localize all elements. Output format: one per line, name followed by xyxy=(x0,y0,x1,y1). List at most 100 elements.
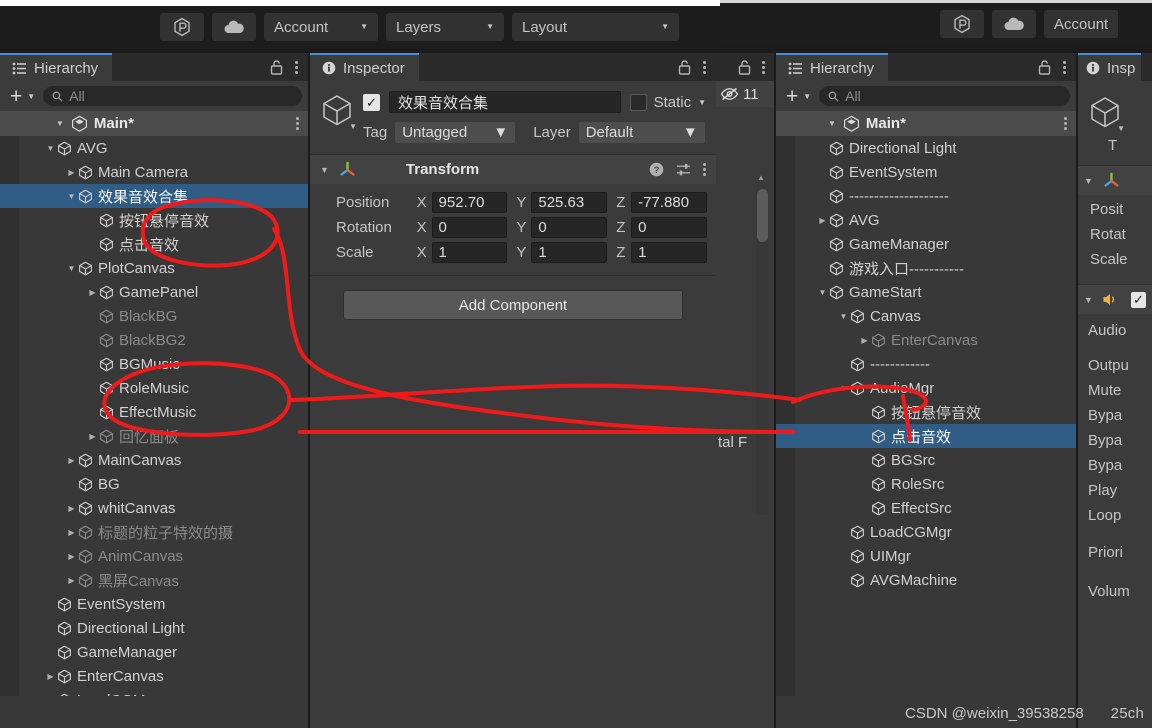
component-menu-icon[interactable] xyxy=(703,163,706,176)
create-object-button-2[interactable]: + ▼ xyxy=(782,86,815,107)
transform-scale-x-field[interactable]: 1 xyxy=(431,242,508,263)
chevron-down-icon[interactable]: ▼ xyxy=(65,264,78,273)
lock-open-icon[interactable] xyxy=(738,59,751,75)
tree-row[interactable]: ▸ -------------------- xyxy=(776,184,1076,208)
scene-menu-icon[interactable] xyxy=(1064,117,1067,130)
tree-row[interactable]: ▸ GameManager xyxy=(776,232,1076,256)
gameobject-icon[interactable]: ▼ xyxy=(320,93,357,131)
unity-services-button-2[interactable] xyxy=(940,10,984,38)
panel-menu-icon[interactable] xyxy=(703,60,706,74)
unity-services-button[interactable] xyxy=(160,13,204,41)
left-scene-row[interactable]: ▼ Main* xyxy=(0,111,308,136)
right-audio-header[interactable]: ▼ ✓ xyxy=(1078,285,1152,314)
transform-component-header[interactable]: ▼ Transform ? xyxy=(310,155,716,184)
chevron-right-icon[interactable]: ▶ xyxy=(65,504,78,513)
tree-row[interactable]: ▼ PlotCanvas xyxy=(0,256,308,280)
transform-scale-y-field[interactable]: 1 xyxy=(531,242,608,263)
panel-menu-icon[interactable] xyxy=(295,60,298,74)
tree-row[interactable]: ▶ 黑屏Canvas xyxy=(0,568,308,592)
tree-row[interactable]: ▶ Main Camera xyxy=(0,160,308,184)
transform-rotation-z-field[interactable]: 0 xyxy=(631,217,707,238)
tree-row[interactable]: ▶ 标题的粒子特效的摄 xyxy=(0,520,308,544)
transform-rotation-x-field[interactable]: 0 xyxy=(431,217,508,238)
lock-open-icon[interactable] xyxy=(270,59,283,75)
lock-open-icon[interactable] xyxy=(1038,59,1051,75)
tag-dropdown[interactable]: Untagged ▼ xyxy=(395,122,516,143)
chevron-right-icon[interactable]: ▶ xyxy=(65,168,78,177)
transform-position-z-field[interactable]: -77.880 xyxy=(631,192,707,213)
tree-row[interactable]: ▼ GameStart xyxy=(776,280,1076,304)
layer-dropdown[interactable]: Default ▼ xyxy=(578,122,705,143)
scene-menu-icon[interactable] xyxy=(296,117,299,130)
chevron-right-icon[interactable]: ▶ xyxy=(86,432,99,441)
right-transform-header[interactable]: ▼ xyxy=(1078,166,1152,195)
tree-row[interactable]: ▸ BGSrc xyxy=(776,448,1076,472)
tree-row[interactable]: ▸ EffectMusic xyxy=(0,400,308,424)
account-dropdown-2[interactable]: Account xyxy=(1044,10,1119,38)
tab-hierarchy-right[interactable]: Hierarchy xyxy=(776,53,889,81)
chevron-right-icon[interactable]: ▶ xyxy=(65,528,78,537)
chevron-down-icon[interactable]: ▼ xyxy=(816,288,829,297)
tree-row[interactable]: ▶ AnimCanvas xyxy=(0,544,308,568)
cloud-button-2[interactable] xyxy=(992,10,1036,38)
tab-inspector-right[interactable]: Insp xyxy=(1078,53,1142,81)
tree-row[interactable]: ▸ 点击音效 xyxy=(0,232,308,256)
search-input[interactable]: All xyxy=(43,86,302,106)
tree-row[interactable]: ▶ 回忆面板 xyxy=(0,424,308,448)
tree-row[interactable]: ▸ BlackBG xyxy=(0,304,308,328)
help-icon[interactable]: ? xyxy=(649,162,664,177)
layers-dropdown[interactable]: Layers ▼ xyxy=(386,13,504,41)
tree-row[interactable]: ▸ EffectSrc xyxy=(776,496,1076,520)
chevron-down-icon[interactable]: ▼ xyxy=(56,119,64,128)
tree-row[interactable]: ▸ AVGMachine xyxy=(776,568,1076,592)
tree-row[interactable]: ▸ 游戏入口----------- xyxy=(776,256,1076,280)
chevron-down-icon[interactable]: ▼ xyxy=(828,119,836,128)
chevron-down-icon[interactable]: ▼ xyxy=(44,144,57,153)
tree-row[interactable]: ▸ 按钮悬停音效 xyxy=(0,208,308,232)
tree-row[interactable]: ▸ RoleSrc xyxy=(776,472,1076,496)
tree-row[interactable]: ▸ EventSystem xyxy=(0,592,308,616)
chevron-down-icon[interactable]: ▼ xyxy=(1084,295,1093,305)
transform-scale-z-field[interactable]: 1 xyxy=(631,242,707,263)
tree-row[interactable]: ▸ 按钮悬停音效 xyxy=(776,400,1076,424)
static-checkbox[interactable] xyxy=(629,93,647,111)
chevron-down-icon[interactable]: ▼ xyxy=(1084,176,1093,186)
tree-row[interactable]: ▸ GameManager xyxy=(0,640,308,664)
chevron-down-icon[interactable]: ▼ xyxy=(320,165,329,175)
tab-hierarchy-left[interactable]: Hierarchy xyxy=(0,53,113,81)
chevron-right-icon[interactable]: ▶ xyxy=(65,552,78,561)
gameobject-enabled-checkbox[interactable]: ✓ xyxy=(363,93,380,111)
audio-enabled-checkbox[interactable]: ✓ xyxy=(1130,291,1146,308)
chevron-down-icon[interactable]: ▼ xyxy=(837,312,850,321)
account-dropdown[interactable]: Account ▼ xyxy=(264,13,378,41)
tree-row[interactable]: ▼ 效果音效合集 xyxy=(0,184,308,208)
tree-row[interactable]: ▸ RoleMusic xyxy=(0,376,308,400)
transform-rotation-y-field[interactable]: 0 xyxy=(531,217,608,238)
tree-row[interactable]: ▶ EnterCanvas xyxy=(776,328,1076,352)
tree-row[interactable]: ▶ EnterCanvas xyxy=(0,664,308,688)
chevron-right-icon[interactable]: ▶ xyxy=(65,576,78,585)
tree-row[interactable]: ▸ LoadCGManager xyxy=(0,688,308,696)
right-scene-row[interactable]: ▼ Main* xyxy=(776,111,1076,136)
chevron-right-icon[interactable]: ▶ xyxy=(858,336,871,345)
scrollbar-thumb[interactable] xyxy=(757,189,768,242)
tree-row[interactable]: ▼ AVG xyxy=(0,136,308,160)
lock-open-icon[interactable] xyxy=(678,59,691,75)
chevron-right-icon[interactable]: ▶ xyxy=(86,288,99,297)
add-component-button[interactable]: Add Component xyxy=(343,290,683,320)
tree-row[interactable]: ▸ BG xyxy=(0,472,308,496)
layout-dropdown[interactable]: Layout ▼ xyxy=(512,13,679,41)
gameobject-name-field[interactable]: 效果音效合集 xyxy=(389,91,621,113)
tree-row[interactable]: ▶ MainCanvas xyxy=(0,448,308,472)
tree-row[interactable]: ▸ BlackBG2 xyxy=(0,328,308,352)
scroll-up-arrow-icon[interactable]: ▲ xyxy=(757,173,765,182)
transform-position-x-field[interactable]: 952.70 xyxy=(431,192,508,213)
tree-row[interactable]: ▸ UIMgr xyxy=(776,544,1076,568)
tree-row[interactable]: ▼ AudioMgr xyxy=(776,376,1076,400)
chevron-down-icon[interactable]: ▼ xyxy=(698,98,706,107)
tree-row[interactable]: ▸ BGMusic xyxy=(0,352,308,376)
gameobject-icon-2[interactable]: ▼ xyxy=(1088,95,1125,133)
tree-row[interactable]: ▸ Directional Light xyxy=(0,616,308,640)
tree-row[interactable]: ▼ Canvas xyxy=(776,304,1076,328)
panel-menu-icon[interactable] xyxy=(762,60,765,74)
